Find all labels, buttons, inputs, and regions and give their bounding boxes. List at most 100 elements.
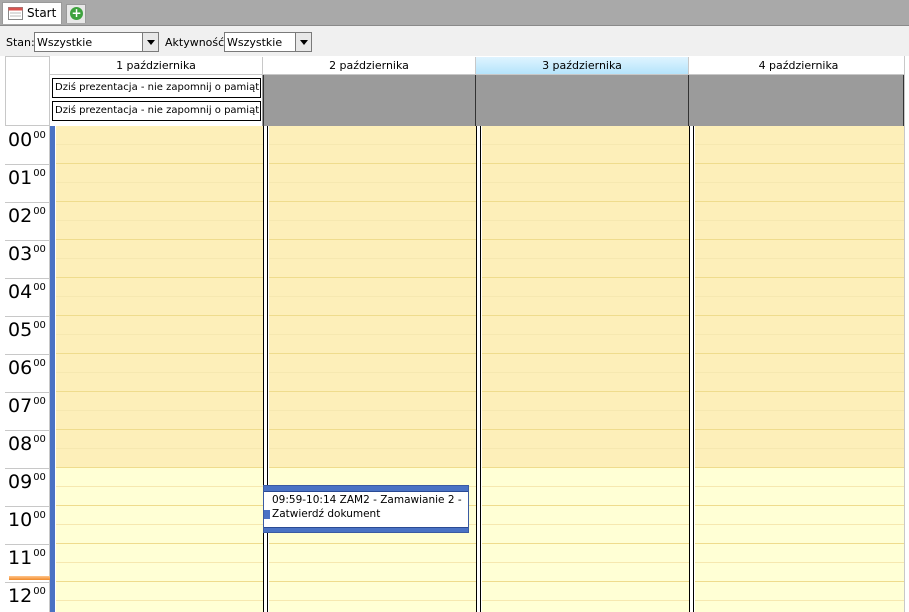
off-hours-area[interactable] (695, 126, 904, 468)
slot-divider (56, 353, 263, 354)
right-edge (904, 56, 909, 612)
slot-divider (482, 163, 689, 164)
tab-start[interactable]: Start (2, 2, 62, 24)
allday-cell-2[interactable] (263, 75, 476, 126)
day-header-1[interactable]: 1 października (50, 57, 263, 75)
time-slots[interactable] (269, 126, 476, 612)
slot-divider (269, 201, 476, 202)
slot-divider (695, 315, 904, 316)
slot-divider (56, 581, 263, 582)
slot-divider (482, 562, 689, 563)
appointment[interactable]: 09:59-10:14 ZAM2 - Zamawianie 2 - Zatwie… (263, 485, 469, 533)
slot-divider (482, 296, 689, 297)
slot-divider (56, 505, 263, 506)
slot-divider (695, 524, 904, 525)
hour-label-07: 0700 (8, 395, 46, 417)
slot-divider (269, 239, 476, 240)
slot-divider (482, 277, 689, 278)
work-hours-area[interactable] (56, 468, 263, 612)
work-hours-area[interactable] (695, 468, 904, 612)
off-hours-area[interactable] (482, 126, 689, 468)
hour-divider (5, 278, 50, 279)
chevron-down-icon[interactable] (142, 33, 158, 51)
slot-divider (695, 562, 904, 563)
slot-divider (269, 562, 476, 563)
slot-divider (269, 144, 476, 145)
slot-divider (695, 486, 904, 487)
hour-label-02: 0200 (8, 205, 46, 227)
chevron-down-icon[interactable] (295, 33, 311, 51)
stan-select-value: Wszystkie (37, 36, 93, 49)
time-column: 0000 0100 0200 0300 0400 0500 0600 0700 … (5, 126, 51, 612)
hour-divider (5, 430, 50, 431)
slot-divider (56, 391, 263, 392)
slot-divider (695, 334, 904, 335)
time-slots[interactable] (56, 126, 263, 612)
add-tab-button[interactable]: + (66, 4, 86, 23)
slot-divider (56, 543, 263, 544)
day-column-3[interactable] (476, 126, 689, 612)
slot-divider (695, 410, 904, 411)
day-header-3-today[interactable]: 3 października (476, 57, 689, 75)
slot-divider (482, 467, 689, 468)
slot-divider (695, 600, 904, 601)
hour-label-08: 0800 (8, 433, 46, 455)
slot-divider (695, 163, 904, 164)
slot-divider (269, 315, 476, 316)
day-header-4[interactable]: 4 października (689, 57, 909, 75)
hour-label-09: 0900 (8, 471, 46, 493)
slot-divider (695, 543, 904, 544)
day-column-1[interactable] (50, 126, 263, 612)
allday-cell-1[interactable]: Dziś prezentacja - nie zapomnij o pamiąt… (50, 75, 263, 126)
appointment-status-bar (264, 486, 468, 492)
hour-label-00: 0000 (8, 129, 46, 151)
slot-divider (269, 543, 476, 544)
slot-divider (56, 163, 263, 164)
slot-divider (482, 353, 689, 354)
time-slots[interactable] (695, 126, 904, 612)
slot-divider (269, 410, 476, 411)
slot-divider (269, 182, 476, 183)
slot-divider (695, 296, 904, 297)
off-hours-area[interactable] (269, 126, 476, 468)
slot-divider (269, 163, 476, 164)
hour-divider (5, 202, 50, 203)
time-slots[interactable] (482, 126, 689, 612)
slot-divider (56, 372, 263, 373)
slot-divider (695, 277, 904, 278)
slot-divider (482, 372, 689, 373)
allday-item[interactable]: Dziś prezentacja - nie zapomnij o pamiąt… (52, 101, 261, 121)
hour-divider (5, 544, 50, 545)
off-hours-area[interactable] (56, 126, 263, 468)
slot-divider (56, 220, 263, 221)
allday-item[interactable]: Dziś prezentacja - nie zapomnij o pamiąt… (52, 78, 261, 98)
allday-cell-3[interactable] (476, 75, 689, 126)
slot-divider (695, 258, 904, 259)
slot-divider (695, 220, 904, 221)
slot-divider (269, 600, 476, 601)
hour-label-01: 0100 (8, 167, 46, 189)
slot-divider (56, 277, 263, 278)
slot-divider (56, 258, 263, 259)
work-hours-area[interactable] (482, 468, 689, 612)
slot-divider (56, 410, 263, 411)
slot-divider (56, 296, 263, 297)
stan-label: Stan: (6, 36, 35, 49)
stan-select[interactable]: Wszystkie (34, 32, 159, 52)
slot-divider (482, 144, 689, 145)
hour-label-10: 1000 (8, 509, 46, 531)
appointment-bottom-bar (264, 527, 468, 532)
day-column-4[interactable] (689, 126, 904, 612)
appointment-text: 09:59-10:14 ZAM2 - Zamawianie 2 - Zatwie… (272, 494, 462, 520)
slot-divider (269, 467, 476, 468)
allday-cell-4[interactable] (689, 75, 904, 126)
day-column-2[interactable] (263, 126, 476, 612)
slot-divider (695, 201, 904, 202)
slot-divider (56, 524, 263, 525)
day-header-2[interactable]: 2 października (263, 57, 476, 75)
hour-divider (5, 392, 50, 393)
aktywnosc-select[interactable]: Wszystkie (224, 32, 312, 52)
hour-divider (5, 506, 50, 507)
slot-divider (695, 182, 904, 183)
slot-divider (482, 410, 689, 411)
